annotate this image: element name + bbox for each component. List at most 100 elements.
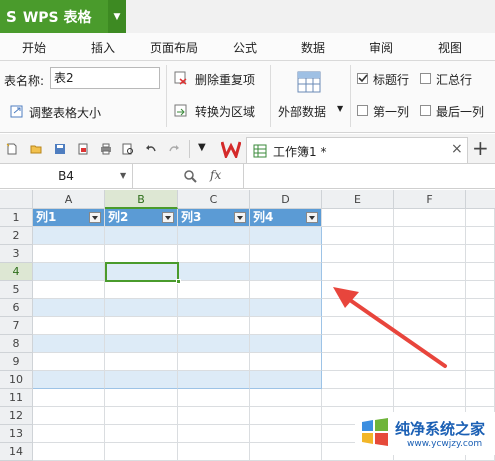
column-header-b[interactable]: B bbox=[105, 190, 178, 209]
table-cell[interactable] bbox=[466, 335, 495, 353]
new-tab-button[interactable]: + bbox=[472, 136, 489, 160]
tab-start[interactable]: 开始 bbox=[22, 39, 46, 56]
table-cell[interactable] bbox=[394, 263, 466, 281]
table-cell[interactable] bbox=[33, 407, 105, 425]
table-cell[interactable] bbox=[466, 299, 495, 317]
table-cell[interactable] bbox=[250, 407, 322, 425]
formula-input[interactable] bbox=[243, 164, 495, 188]
table-cell[interactable] bbox=[250, 335, 322, 353]
table-cell[interactable] bbox=[105, 443, 178, 461]
table-header-cell[interactable]: 列3 bbox=[178, 209, 250, 227]
row-header[interactable]: 14 bbox=[0, 443, 33, 461]
table-cell[interactable] bbox=[250, 245, 322, 263]
table-cell[interactable] bbox=[105, 335, 178, 353]
table-cell[interactable] bbox=[322, 245, 394, 263]
table-cell[interactable] bbox=[178, 389, 250, 407]
table-cell[interactable] bbox=[33, 245, 105, 263]
row-header[interactable]: 2 bbox=[0, 227, 33, 245]
column-header-f[interactable]: F bbox=[394, 190, 466, 209]
tab-formulas[interactable]: 公式 bbox=[233, 39, 257, 56]
table-cell[interactable] bbox=[394, 209, 466, 227]
chevron-down-icon[interactable]: ▼ bbox=[198, 142, 206, 153]
table-cell[interactable] bbox=[322, 371, 394, 389]
table-cell[interactable] bbox=[250, 425, 322, 443]
function-icon[interactable]: fx bbox=[210, 168, 221, 182]
table-header-cell[interactable]: 列2 bbox=[105, 209, 178, 227]
convert-to-range-button[interactable]: 转换为区域 bbox=[174, 103, 274, 119]
table-header-cell[interactable]: 列1 bbox=[33, 209, 105, 227]
last-column-checkbox[interactable]: 最后一列 bbox=[420, 103, 495, 119]
table-cell[interactable] bbox=[394, 227, 466, 245]
close-icon[interactable]: × bbox=[451, 141, 463, 157]
table-cell[interactable] bbox=[33, 353, 105, 371]
table-cell[interactable] bbox=[178, 443, 250, 461]
table-cell[interactable] bbox=[178, 281, 250, 299]
table-cell[interactable] bbox=[250, 299, 322, 317]
column-header-c[interactable]: C bbox=[178, 190, 250, 209]
table-cell[interactable] bbox=[178, 425, 250, 443]
tab-insert[interactable]: 插入 bbox=[91, 39, 115, 56]
table-cell[interactable] bbox=[394, 371, 466, 389]
table-cell[interactable] bbox=[105, 299, 178, 317]
filter-dropdown-icon[interactable] bbox=[89, 212, 101, 223]
row-header[interactable]: 13 bbox=[0, 425, 33, 443]
row-header[interactable]: 8 bbox=[0, 335, 33, 353]
table-header-cell[interactable]: 列4 bbox=[250, 209, 322, 227]
app-menu-button[interactable]: S WPS 表格 bbox=[0, 0, 108, 33]
table-cell[interactable] bbox=[178, 317, 250, 335]
zoom-icon[interactable] bbox=[183, 169, 197, 183]
wps-logo-icon[interactable] bbox=[221, 140, 241, 158]
table-cell[interactable] bbox=[250, 389, 322, 407]
table-cell[interactable] bbox=[466, 263, 495, 281]
select-all-corner[interactable] bbox=[0, 190, 33, 209]
column-header-d[interactable]: D bbox=[250, 190, 322, 209]
table-cell[interactable] bbox=[322, 227, 394, 245]
filter-dropdown-icon[interactable] bbox=[234, 212, 246, 223]
table-cell[interactable] bbox=[466, 317, 495, 335]
table-cell[interactable] bbox=[105, 245, 178, 263]
table-cell[interactable] bbox=[178, 299, 250, 317]
table-cell[interactable] bbox=[250, 227, 322, 245]
filter-dropdown-icon[interactable] bbox=[162, 212, 174, 223]
row-header[interactable]: 7 bbox=[0, 317, 33, 335]
undo-icon[interactable] bbox=[145, 143, 157, 155]
table-cell[interactable] bbox=[105, 281, 178, 299]
table-cell[interactable] bbox=[466, 281, 495, 299]
table-cell[interactable] bbox=[466, 245, 495, 263]
redo-icon[interactable] bbox=[168, 143, 180, 155]
row-header[interactable]: 10 bbox=[0, 371, 33, 389]
table-cell[interactable] bbox=[250, 263, 322, 281]
table-cell[interactable] bbox=[466, 209, 495, 227]
table-cell[interactable] bbox=[394, 389, 466, 407]
remove-duplicates-button[interactable]: 删除重复项 bbox=[174, 71, 274, 87]
table-cell[interactable] bbox=[322, 389, 394, 407]
table-cell[interactable] bbox=[105, 353, 178, 371]
filter-dropdown-icon[interactable] bbox=[306, 212, 318, 223]
column-header-g[interactable] bbox=[466, 190, 495, 209]
table-cell[interactable] bbox=[33, 443, 105, 461]
open-folder-icon[interactable] bbox=[30, 143, 42, 155]
table-cell[interactable] bbox=[322, 263, 394, 281]
table-cell[interactable] bbox=[250, 443, 322, 461]
table-cell[interactable] bbox=[466, 227, 495, 245]
app-dropdown-button[interactable]: ▼ bbox=[108, 0, 126, 33]
column-header-e[interactable]: E bbox=[322, 190, 394, 209]
table-cell[interactable] bbox=[178, 263, 250, 281]
table-cell[interactable] bbox=[178, 335, 250, 353]
tab-review[interactable]: 审阅 bbox=[369, 39, 393, 56]
external-data-button[interactable]: 外部数据 ▼ bbox=[275, 69, 345, 125]
table-cell[interactable] bbox=[322, 209, 394, 227]
table-cell[interactable] bbox=[33, 299, 105, 317]
table-cell[interactable] bbox=[250, 281, 322, 299]
row-header[interactable]: 3 bbox=[0, 245, 33, 263]
print-preview-icon[interactable] bbox=[122, 143, 134, 155]
table-cell[interactable] bbox=[178, 245, 250, 263]
fill-handle[interactable] bbox=[176, 279, 181, 284]
table-cell[interactable] bbox=[466, 353, 495, 371]
table-cell[interactable] bbox=[394, 245, 466, 263]
row-header[interactable]: 1 bbox=[0, 209, 33, 227]
export-pdf-icon[interactable] bbox=[77, 143, 89, 155]
print-icon[interactable] bbox=[100, 143, 112, 155]
table-cell[interactable] bbox=[33, 389, 105, 407]
table-cell[interactable] bbox=[178, 353, 250, 371]
